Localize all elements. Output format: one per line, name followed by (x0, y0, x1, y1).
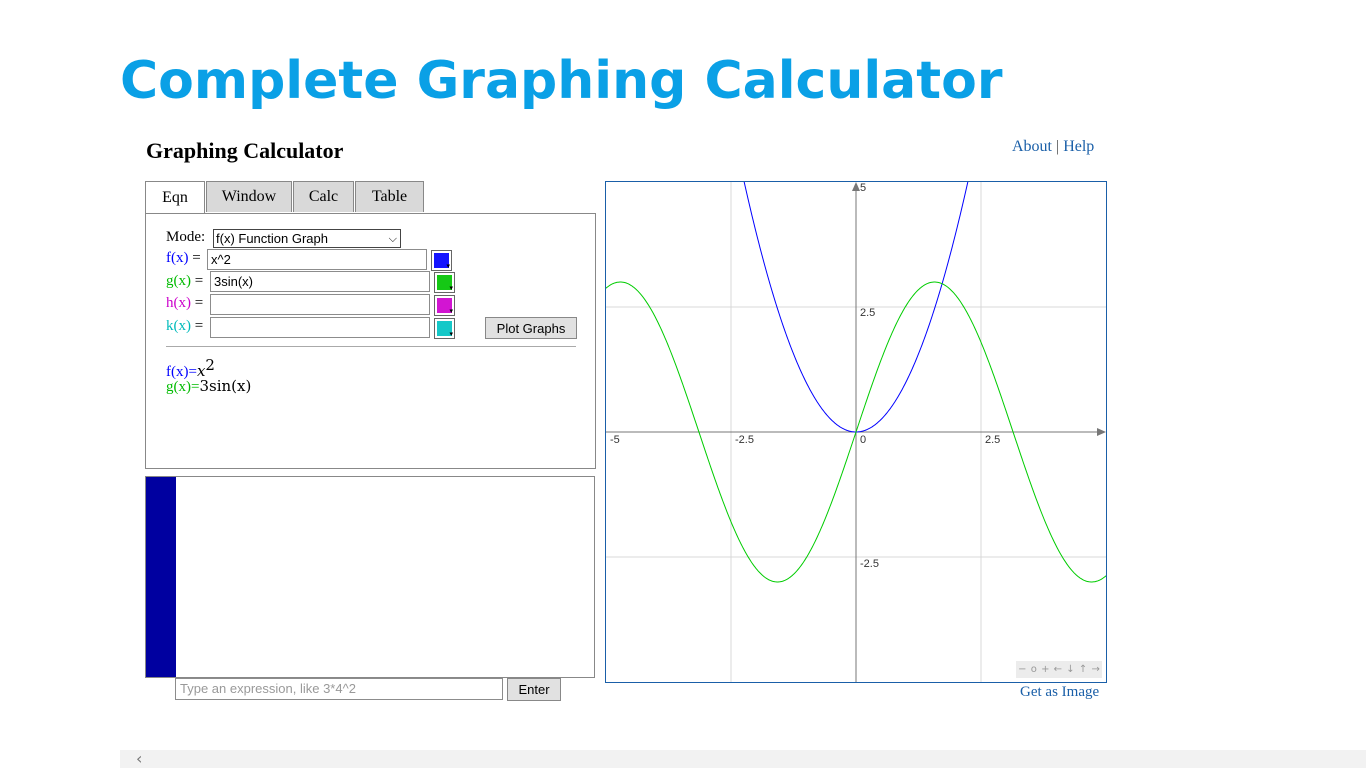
hx-name: h(x) (166, 295, 191, 311)
x-tick-label: -5 (610, 434, 620, 446)
kx-label: k(x) = (166, 318, 203, 335)
pan-right-icon[interactable]: → (1092, 664, 1100, 675)
dropdown-icon: ▾ (449, 330, 453, 338)
hx-eq: = (194, 295, 204, 311)
scroll-left-icon[interactable]: ‹ (136, 749, 142, 768)
graph-nav-controls: − o + ← ↓ ↑ → (1016, 661, 1102, 678)
pan-left-icon[interactable]: ← (1054, 664, 1062, 675)
rendered-fx-sup: 2 (205, 356, 215, 374)
dropdown-icon: ▾ (449, 307, 453, 315)
hx-label: h(x) = (166, 295, 203, 312)
dropdown-icon: ▾ (446, 262, 450, 270)
page-title: Graphing Calculator (146, 138, 344, 163)
pan-down-icon[interactable]: ↓ (1066, 664, 1074, 675)
x-tick-label: 2.5 (985, 434, 1000, 446)
y-axis-arrow (852, 182, 860, 191)
kx-name: k(x) (166, 318, 191, 334)
x-tick-label: -2.5 (735, 434, 754, 446)
fx-color-picker[interactable]: ▾ (431, 250, 452, 271)
fx-label: f(x) = (166, 250, 201, 267)
fx-eq: = (192, 250, 201, 266)
rendered-gx-name: g(x)= (166, 379, 200, 395)
rendered-gx: g(x)=3sin(x) (166, 377, 251, 396)
tab-bar: Eqn Window Calc Table (145, 181, 425, 214)
pan-up-icon[interactable]: ↑ (1079, 664, 1087, 675)
chevron-down-icon: ⌵ (388, 233, 397, 245)
console-prompt-bar (146, 477, 176, 677)
help-link[interactable]: Help (1063, 138, 1094, 155)
link-separator: | (1056, 138, 1060, 155)
enter-button[interactable]: Enter (507, 678, 561, 701)
mode-value: f(x) Function Graph (216, 231, 328, 246)
gx-color-picker[interactable]: ▾ (434, 272, 455, 293)
graph-plot: -5 -2.5 0 2.5 5 2.5 -2.5 (606, 182, 1106, 682)
reset-icon[interactable]: o (1031, 664, 1037, 675)
mode-label: Mode: (166, 229, 206, 245)
equation-panel: Mode: f(x) Function Graph ⌵ f(x) = x^2 ▾… (145, 213, 596, 469)
tab-table[interactable]: Table (355, 181, 424, 212)
kx-color-picker[interactable]: ▾ (434, 318, 455, 339)
rendered-gx-expr: 3sin(x) (199, 377, 252, 395)
fx-name: f(x) (166, 250, 189, 266)
divider (166, 346, 576, 347)
dropdown-icon: ▾ (449, 284, 453, 292)
expression-input[interactable]: Type an expression, like 3*4^2 (175, 678, 503, 700)
about-link[interactable]: About (1012, 138, 1052, 155)
tab-window[interactable]: Window (206, 181, 292, 212)
kx-input[interactable] (210, 317, 430, 338)
mode-select[interactable]: f(x) Function Graph ⌵ (213, 229, 401, 248)
fx-input[interactable]: x^2 (207, 249, 427, 270)
zoom-out-icon[interactable]: − (1018, 664, 1026, 675)
tab-eqn[interactable]: Eqn (145, 181, 205, 214)
horizontal-scrollbar[interactable] (120, 750, 1366, 768)
y-tick-label: 5 (860, 182, 866, 194)
x-axis-arrow (1097, 428, 1106, 436)
hx-color-picker[interactable]: ▾ (434, 295, 455, 316)
gx-name: g(x) (166, 273, 191, 289)
y-tick-label: -2.5 (860, 558, 879, 570)
gx-input[interactable]: 3sin(x) (210, 271, 430, 292)
gx-label: g(x) = (166, 273, 203, 290)
kx-eq: = (194, 318, 204, 334)
gx-eq: = (194, 273, 204, 289)
get-as-image-link[interactable]: Get as Image (1020, 684, 1099, 701)
zoom-in-icon[interactable]: + (1041, 664, 1049, 675)
x-tick-label: 0 (860, 434, 866, 446)
top-links: About | Help (1012, 138, 1094, 156)
tab-calc[interactable]: Calc (293, 181, 354, 212)
graph-canvas[interactable]: -5 -2.5 0 2.5 5 2.5 -2.5 (605, 181, 1107, 683)
console-output (145, 476, 595, 678)
hx-input[interactable] (210, 294, 430, 315)
y-tick-label: 2.5 (860, 307, 875, 319)
app-title: Complete Graphing Calculator (120, 51, 1003, 111)
plot-graphs-button[interactable]: Plot Graphs (485, 317, 577, 339)
